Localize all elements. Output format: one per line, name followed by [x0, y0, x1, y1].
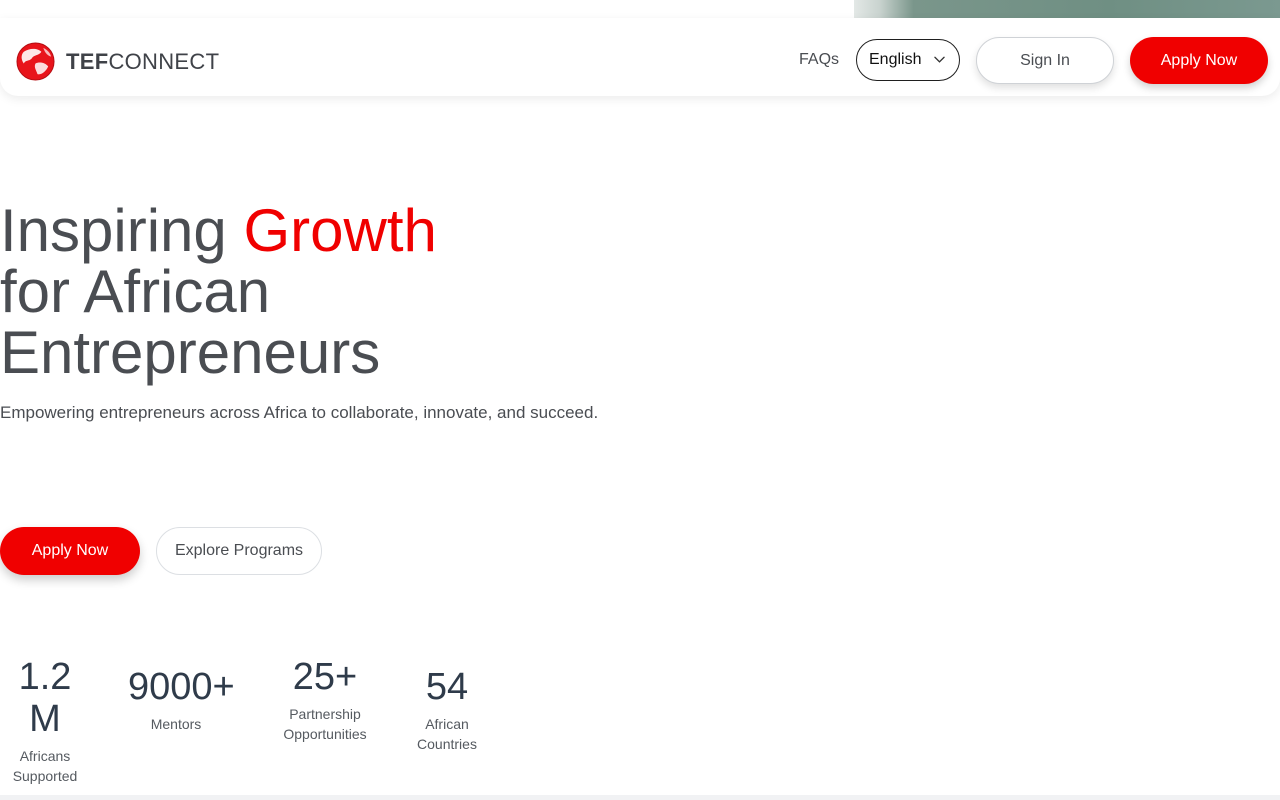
apply-now-hero-button[interactable]: Apply Now [0, 527, 140, 575]
hero-title-highlight: Growth [243, 197, 437, 264]
stat-label: African Countries [417, 716, 477, 752]
nav-link-faqs[interactable]: FAQs [799, 51, 839, 69]
stat-label: Africans Supported [12, 748, 78, 784]
stat-african-countries: 54 African Countries [405, 666, 489, 754]
stat-label: Partnership Opportunities [283, 706, 367, 742]
hero-image-strip [854, 0, 1280, 18]
explore-programs-button[interactable]: Explore Programs [156, 527, 322, 575]
language-select[interactable]: English [856, 39, 960, 81]
hero-title: Inspiring Growth for African Entrepreneu… [0, 200, 700, 383]
navbar: TEFCONNECT FAQs English Sign In Apply No… [0, 18, 1280, 96]
chevron-down-icon [934, 56, 945, 63]
hero-title-line3: Entrepreneurs [0, 319, 381, 386]
hero-title-part1: Inspiring [0, 197, 244, 264]
language-value: English [869, 51, 922, 68]
stat-value: 9000+ [128, 666, 235, 708]
apply-now-nav-button[interactable]: Apply Now [1130, 37, 1268, 84]
stat-value: 25+ [292, 656, 358, 698]
stat-africans-supported: 1.2 M Africans Supported [0, 656, 90, 786]
hero-subtitle: Empowering entrepreneurs across Africa t… [0, 403, 599, 422]
stat-value: 1.2 M [18, 656, 72, 740]
brand-logo[interactable]: TEFCONNECT [16, 42, 219, 81]
stat-mentors: 9000+ Mentors [128, 666, 235, 734]
stat-value: 54 [425, 666, 469, 708]
hero-title-line2: for African [0, 258, 271, 325]
stat-label: Mentors [150, 716, 202, 732]
section-divider [0, 795, 1280, 800]
sign-in-button[interactable]: Sign In [976, 37, 1114, 84]
stat-partnership-opportunities: 25+ Partnership Opportunities [272, 656, 378, 744]
globe-icon [16, 42, 55, 81]
brand-name: TEFCONNECT [66, 48, 220, 74]
